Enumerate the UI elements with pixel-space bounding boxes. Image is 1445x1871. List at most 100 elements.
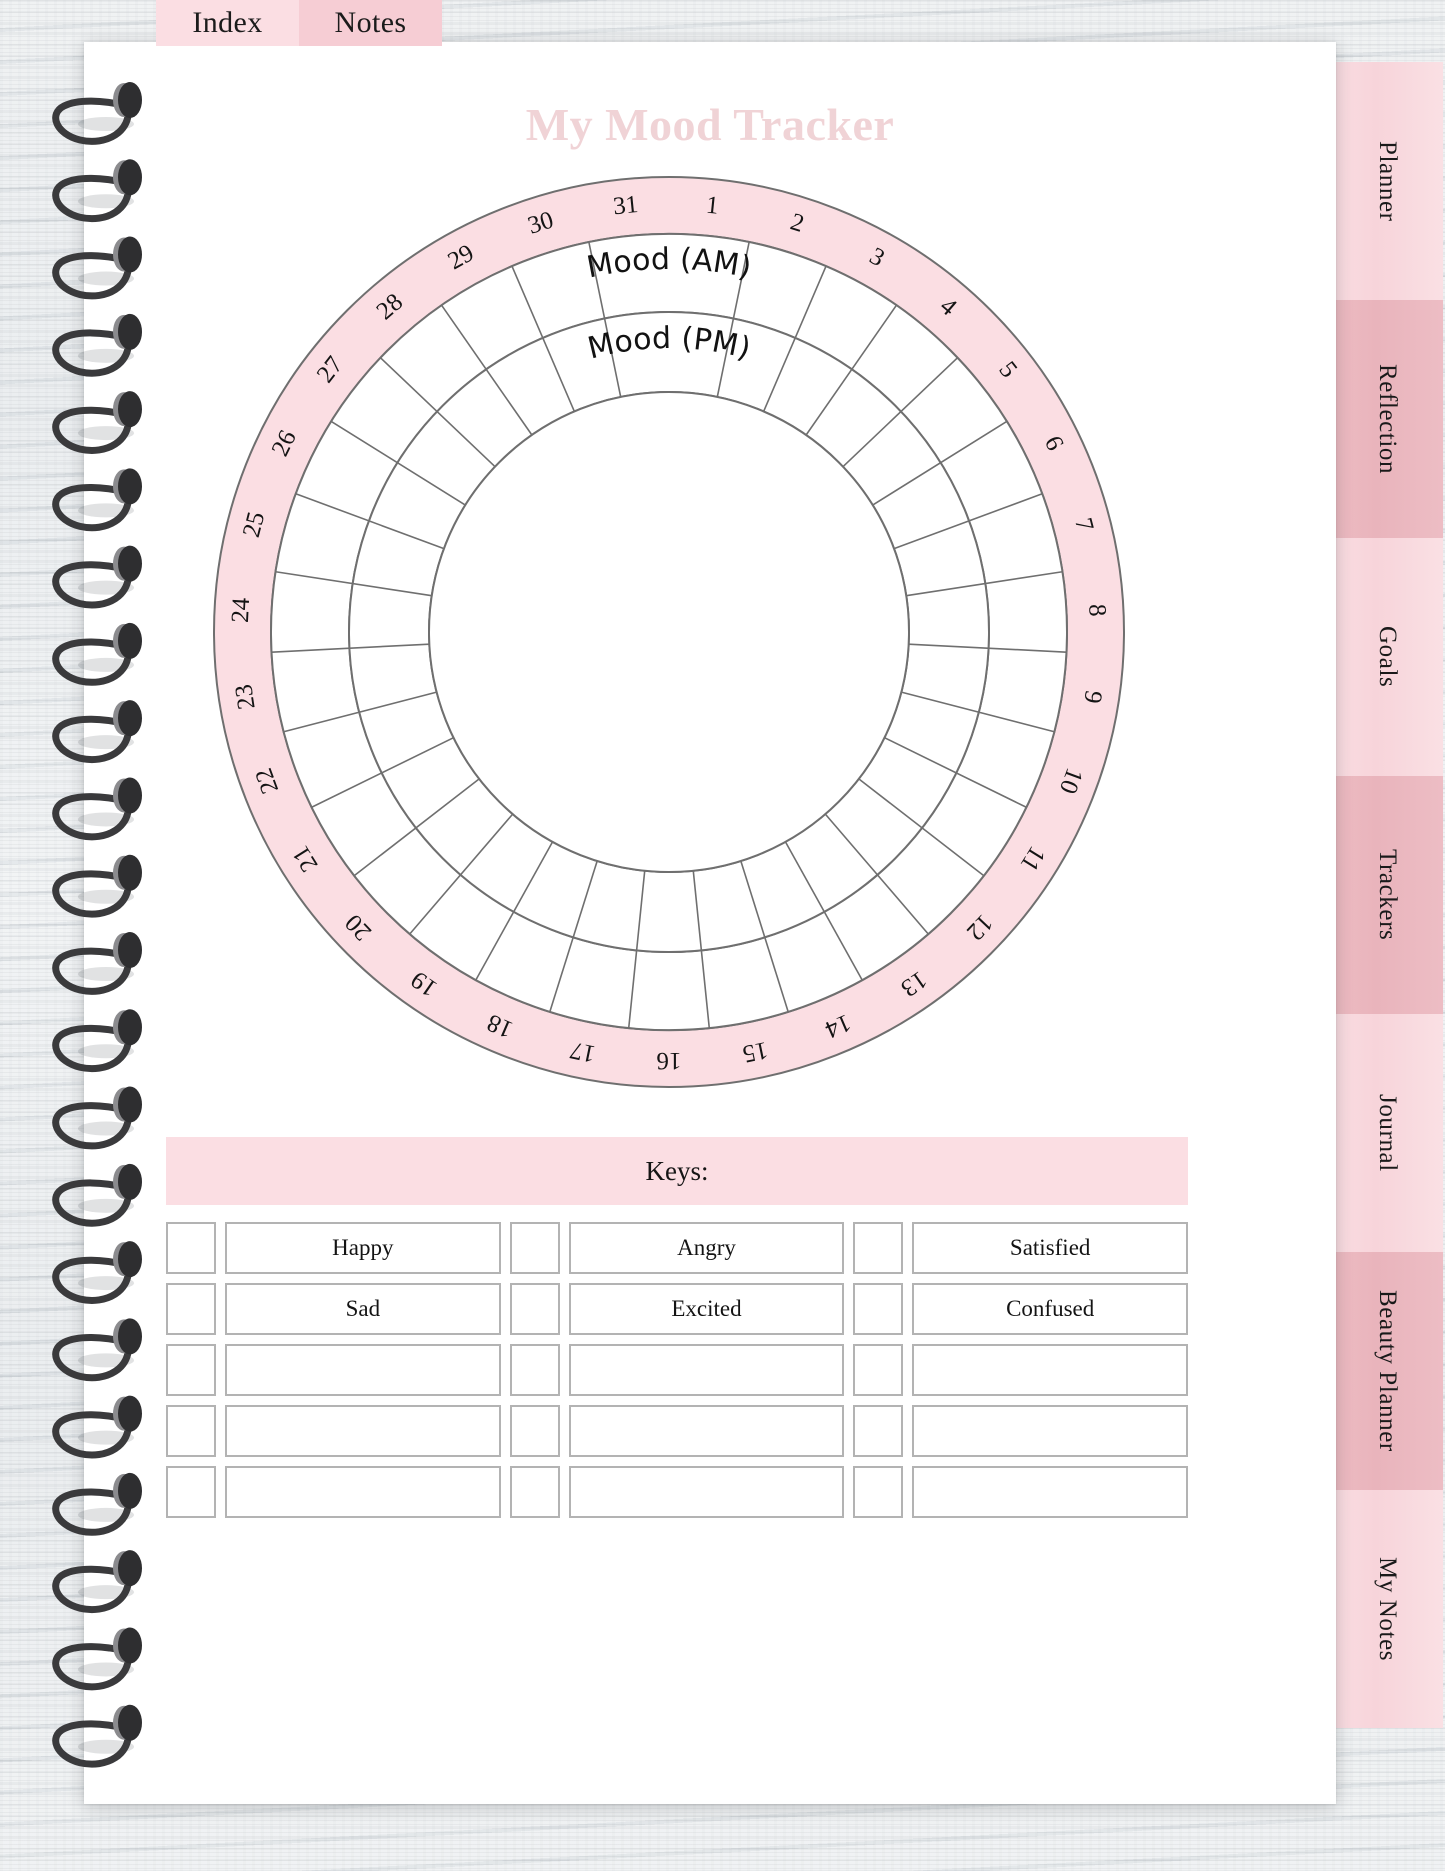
wheel-center [428, 391, 910, 873]
key-entry [166, 1344, 501, 1396]
top-tab-strip: Index Notes [156, 0, 442, 46]
key-color-swatch[interactable] [166, 1344, 216, 1396]
keys-grid: Happy Angry Satisfied Sad Excited Confused [166, 1222, 1189, 1518]
key-color-swatch[interactable] [853, 1283, 904, 1335]
key-color-swatch[interactable] [166, 1222, 216, 1274]
side-tab-label: Journal [1374, 1094, 1401, 1172]
key-color-swatch[interactable] [853, 1405, 904, 1457]
spiral-ring [52, 1395, 142, 1459]
mood-wheel: 1 2 3 4 5 6 7 8 9 10 11 12 13 14 15 16 17 18 19 20 21 22 23 24 2… [164, 172, 1174, 1092]
keys-row: Sad Excited Confused [166, 1283, 1189, 1335]
key-color-swatch[interactable] [166, 1466, 216, 1518]
keys-row [166, 1405, 1189, 1457]
spiral-ring [52, 236, 142, 300]
key-entry: Satisfied [853, 1222, 1189, 1274]
key-color-swatch[interactable] [509, 1405, 560, 1457]
spiral-ring [52, 1550, 142, 1613]
key-label-field[interactable] [912, 1405, 1189, 1457]
side-tab-reflection[interactable]: Reflection [1331, 300, 1443, 538]
side-tab-trackers[interactable]: Trackers [1331, 776, 1443, 1014]
mood-wheel-svg[interactable]: 1234567891011121314151617181920212223242… [164, 172, 1174, 1092]
key-label-field[interactable] [225, 1405, 501, 1457]
wheel-day-number: 31 [612, 191, 640, 220]
key-label-field[interactable]: Happy [225, 1222, 501, 1274]
key-entry: Happy [166, 1222, 501, 1274]
side-tab-label: Planner [1374, 140, 1401, 222]
spiral-ring [52, 1627, 142, 1691]
key-color-swatch[interactable] [853, 1222, 904, 1274]
wheel-day-number: 15 [740, 1036, 770, 1067]
key-label-field[interactable] [568, 1466, 845, 1518]
key-color-swatch[interactable] [509, 1344, 560, 1396]
key-color-swatch[interactable] [166, 1283, 216, 1335]
wheel-day-number: 16 [657, 1047, 682, 1074]
spiral-binding [28, 74, 168, 1774]
key-entry [509, 1466, 845, 1518]
key-label-field[interactable]: Satisfied [912, 1222, 1189, 1274]
keys-row: Happy Angry Satisfied [166, 1222, 1189, 1274]
key-color-swatch[interactable] [509, 1466, 560, 1518]
key-entry [166, 1405, 501, 1457]
key-color-swatch[interactable] [853, 1344, 904, 1396]
side-tab-label: My Notes [1374, 1556, 1401, 1662]
spiral-binding-svg [52, 82, 142, 1768]
spiral-ring [52, 1472, 142, 1536]
side-tab-strip: Planner Reflection Goals Trackers Journal Bea… [1331, 62, 1443, 1728]
key-entry [853, 1466, 1189, 1518]
side-tab-journal[interactable]: Journal [1331, 1014, 1443, 1252]
key-entry: Angry [509, 1222, 845, 1274]
key-label-field[interactable] [225, 1344, 501, 1396]
wheel-day-number: 23 [230, 682, 260, 711]
key-entry [509, 1344, 845, 1396]
key-color-swatch[interactable] [509, 1222, 560, 1274]
spiral-ring [52, 1318, 142, 1382]
top-tab-notes[interactable]: Notes [299, 0, 442, 46]
spiral-ring [52, 854, 142, 918]
key-entry: Sad [166, 1283, 501, 1335]
spiral-ring [52, 777, 142, 841]
spiral-ring [52, 545, 142, 609]
key-label-field[interactable] [912, 1344, 1189, 1396]
page-title: My Mood Tracker [525, 99, 895, 150]
key-label-field[interactable]: Confused [912, 1283, 1189, 1335]
side-tab-label: Beauty Planner [1374, 1290, 1401, 1452]
wheel-day-number: 17 [568, 1036, 598, 1067]
side-tab-planner[interactable]: Planner [1331, 62, 1443, 300]
side-tab-goals[interactable]: Goals [1331, 538, 1443, 776]
spiral-ring [52, 391, 142, 454]
side-tab-beauty-planner[interactable]: Beauty Planner [1331, 1252, 1443, 1490]
spiral-ring [52, 932, 142, 995]
keys-heading-label: Keys: [645, 1155, 709, 1186]
spiral-ring [52, 1241, 142, 1304]
key-entry [853, 1344, 1189, 1396]
key-label-field[interactable] [225, 1466, 501, 1518]
top-tab-index[interactable]: Index [156, 0, 299, 46]
side-tab-label: Goals [1374, 626, 1401, 688]
key-label-field[interactable]: Excited [568, 1283, 845, 1335]
key-entry: Excited [509, 1283, 845, 1335]
side-tab-my-notes[interactable]: My Notes [1331, 1490, 1443, 1728]
spiral-ring [52, 82, 142, 145]
wheel-day-number: 8 [1083, 603, 1111, 617]
key-color-swatch[interactable] [166, 1405, 216, 1457]
key-label-field[interactable]: Angry [568, 1222, 845, 1274]
key-label-field[interactable] [912, 1466, 1189, 1518]
key-entry [853, 1405, 1189, 1457]
key-entry: Confused [853, 1283, 1189, 1335]
spiral-ring [52, 159, 142, 223]
spiral-ring [52, 1704, 142, 1768]
side-tab-label: Trackers [1374, 849, 1401, 941]
key-color-swatch[interactable] [509, 1283, 560, 1335]
key-entry [509, 1405, 845, 1457]
spiral-ring [52, 700, 142, 763]
spiral-ring [52, 313, 142, 377]
spiral-ring [52, 1009, 142, 1073]
key-label-field[interactable] [568, 1405, 845, 1457]
key-color-swatch[interactable] [853, 1466, 904, 1518]
key-label-field[interactable] [568, 1344, 845, 1396]
spiral-ring [52, 1086, 142, 1150]
keys-heading-bar: Keys: [166, 1137, 1188, 1205]
key-entry [166, 1466, 501, 1518]
key-label-field[interactable]: Sad [225, 1283, 501, 1335]
spiral-ring [52, 468, 142, 532]
